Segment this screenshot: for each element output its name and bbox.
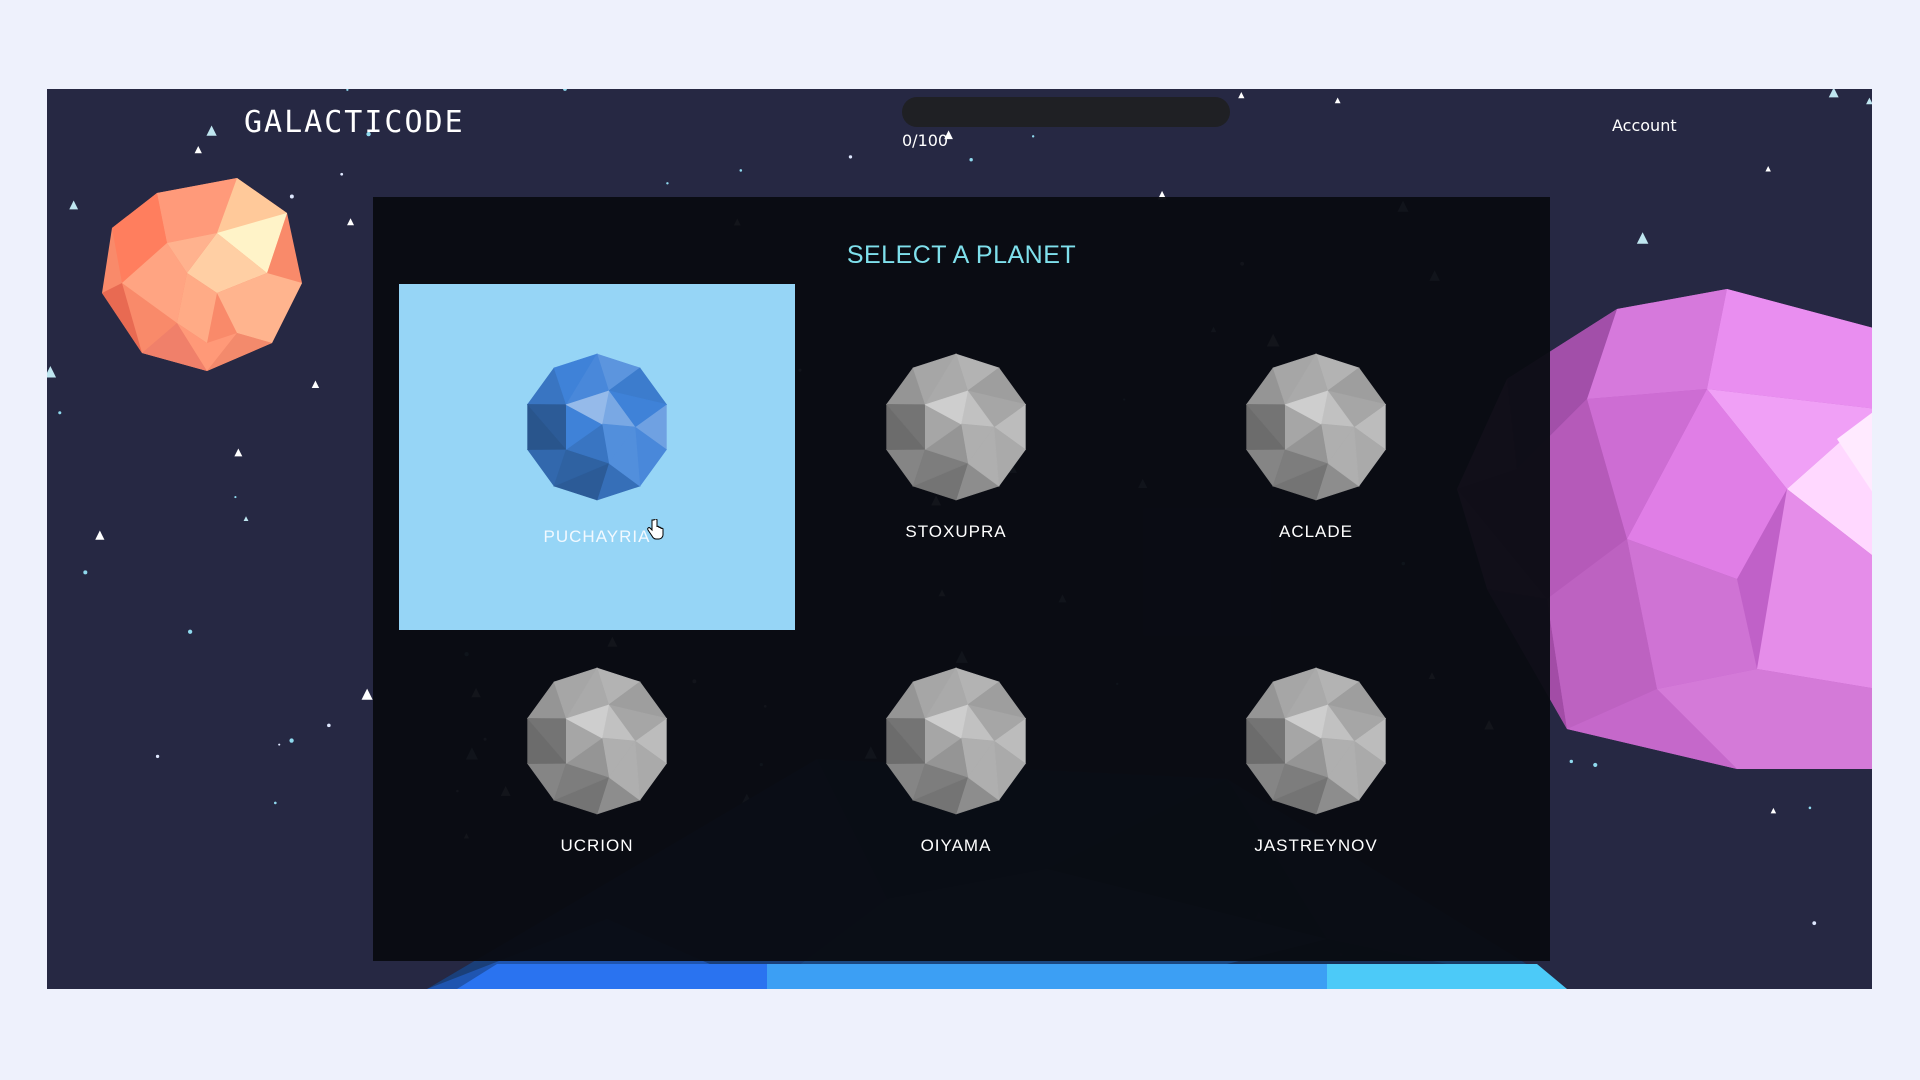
planet-card-jastreynov[interactable]: JASTREYNOV [1118,598,1514,944]
progress-bar [902,97,1230,127]
planet-card-aclade[interactable]: ACLADE [1118,284,1514,630]
planet-name: UCRION [560,836,634,855]
grey-planet-icon [885,667,1027,815]
progress-label: 0/100 [902,131,949,150]
planet-name: ACLADE [1278,522,1354,541]
space-scene: GALACTICODE 0/100 Account SELECT A PLANE… [47,89,1872,989]
blue-planet-icon [526,353,668,501]
planet-name: PUCHAYRIA [543,527,651,546]
panel-title: SELECT A PLANET [846,241,1077,269]
planet-card-stoxupra[interactable]: STOXUPRA [758,284,1154,630]
planet-name: OIYAMA [920,836,992,855]
planet-card-oiyama[interactable]: OIYAMA [758,598,1154,944]
planet-card-ucrion[interactable]: UCRION [399,598,795,944]
grey-planet-icon [526,667,668,815]
account-link[interactable]: Account [1612,116,1677,135]
orange-planet-decoration [102,178,302,371]
planet-name: JASTREYNOV [1254,836,1378,855]
grey-planet-icon [1245,353,1387,501]
grey-planet-icon [1245,667,1387,815]
planet-card-puchayria[interactable]: PUCHAYRIA [399,284,795,630]
planet-select-panel: SELECT A PLANET PUCHAYRIA STOXUPRA ACLAD… [373,197,1550,961]
app-logo[interactable]: GALACTICODE [244,105,465,140]
grey-planet-icon [885,353,1027,501]
planet-name: STOXUPRA [905,522,1007,541]
hand-cursor-icon [647,519,664,540]
